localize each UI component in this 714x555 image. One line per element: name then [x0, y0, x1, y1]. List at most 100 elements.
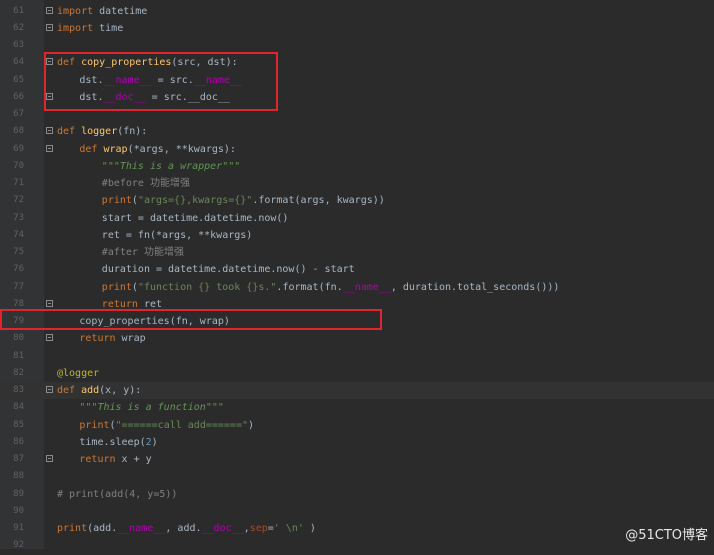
code-token: logger	[81, 126, 118, 138]
code-line[interactable]: 69 def wrap(*args, **kwargs):	[0, 141, 714, 158]
code-line[interactable]: 83 def add(x, y):	[0, 382, 714, 400]
line-number: 90	[13, 505, 24, 516]
line-number: 72	[13, 195, 24, 206]
code-token: print	[57, 523, 88, 534]
code-line[interactable]: 76 duration = datetime.datetime.now() - s…	[0, 261, 714, 278]
code-text: return x + y	[79, 451, 151, 468]
line-number: 75	[13, 247, 24, 257]
line-number: 88	[13, 471, 24, 482]
code-token: (fn):	[117, 126, 148, 138]
code-line[interactable]: 61 import datetime	[0, 3, 714, 20]
code-line[interactable]: 72 print("args={},kwargs={}".format(args,…	[0, 192, 714, 209]
fold-toggle-icon[interactable]	[46, 299, 53, 307]
code-token: ' \n'	[273, 523, 304, 534]
line-number: 80	[13, 333, 24, 344]
code-token: x + y	[115, 454, 152, 465]
code-line[interactable]: 86 time.sleep(2)	[0, 434, 714, 451]
code-line[interactable]: 82 @logger	[0, 365, 714, 382]
code-token: )	[247, 419, 255, 431]
line-number: 76	[13, 264, 24, 275]
code-text: print(add.__name__, add.__doc__,sep=' \n…	[57, 520, 316, 537]
fold-toggle-icon[interactable]	[46, 386, 53, 393]
fold-toggle-icon[interactable]	[46, 334, 53, 342]
code-line[interactable]: 77 print("function {} took {}s.".format(f…	[0, 279, 714, 296]
code-line[interactable]: 68 def logger(fn):	[0, 123, 714, 140]
code-line[interactable]: 70 """This is a wrapper"""	[0, 158, 714, 175]
code-line[interactable]: 88	[0, 468, 714, 485]
line-number: 92	[13, 540, 24, 551]
line-number: 82	[13, 367, 24, 378]
code-line[interactable]: 73 start = datetime.datetime.now()	[0, 210, 714, 227]
fold-toggle-icon[interactable]	[46, 455, 53, 462]
code-token: # print(add(4, y=5))	[57, 488, 178, 500]
line-number: 91	[13, 523, 24, 533]
highlight-copy-properties-call	[0, 309, 382, 330]
code-text: def logger(fn):	[57, 123, 147, 140]
code-text: # print(add(4, y=5))	[57, 486, 177, 503]
code-line[interactable]: 71 #before 功能增强	[0, 175, 714, 192]
code-line[interactable]: 80 return wrap	[0, 330, 714, 347]
fold-toggle-icon[interactable]	[46, 6, 53, 14]
code-line[interactable]: 91 print(add.__name__, add.__doc__,sep=' …	[0, 520, 714, 537]
code-text: def wrap(*args, **kwargs):	[79, 141, 236, 158]
code-text: import time	[57, 20, 123, 37]
fold-toggle-icon[interactable]	[46, 23, 53, 31]
code-line[interactable]: 92	[0, 537, 714, 554]
code-text: @logger	[57, 365, 99, 382]
line-number: 63	[13, 40, 24, 50]
code-token: print	[79, 419, 110, 431]
code-text: ret = fn(*args, **kwargs)	[102, 227, 253, 244]
code-token: print	[101, 281, 132, 293]
code-token: wrap	[103, 143, 128, 155]
code-token: #after 功能增强	[101, 247, 184, 258]
code-token: import	[57, 5, 94, 17]
code-token: ret = fn(*args, **kwargs)	[101, 229, 253, 241]
code-token: def	[79, 143, 104, 155]
code-line[interactable]: 81	[0, 348, 714, 365]
line-number: 85	[13, 419, 24, 430]
line-number: 84	[13, 402, 24, 413]
code-line[interactable]: 90	[0, 503, 714, 520]
line-number: 64	[13, 57, 24, 68]
code-line[interactable]: 84 """This is a function"""	[0, 399, 714, 416]
line-number: 70	[13, 160, 24, 171]
code-line[interactable]: 89 # print(add(4, y=5))	[0, 486, 714, 503]
code-line[interactable]: 62 import time	[0, 20, 714, 37]
code-token: "function {} took {}s."	[137, 281, 277, 293]
code-text: """This is a wrapper"""	[102, 158, 240, 175]
code-token: duration = datetime.datetime.now() - sta…	[101, 264, 355, 276]
code-token: time.sleep(	[79, 436, 146, 448]
code-token: add	[81, 385, 100, 396]
code-token: def	[57, 126, 82, 138]
code-text: return wrap	[79, 330, 145, 347]
code-token: )	[303, 523, 316, 534]
code-token: return	[79, 333, 116, 345]
code-editor[interactable]: 61 import datetime 62 import time 63 64 def co…	[0, 0, 714, 550]
code-token: __name__	[117, 523, 166, 534]
code-token: time	[93, 22, 124, 34]
code-token: return	[79, 454, 116, 465]
line-number: 69	[13, 143, 24, 154]
code-token: )	[151, 436, 158, 448]
line-number: 67	[13, 109, 24, 119]
code-line[interactable]: 85 print("======call add======")	[0, 417, 714, 434]
code-token: @logger	[57, 367, 100, 379]
code-token: .format(fn.	[276, 281, 343, 293]
code-token: (x, y):	[99, 385, 142, 396]
code-token: import	[57, 22, 94, 34]
fold-toggle-icon[interactable]	[46, 144, 53, 152]
code-token: print	[101, 195, 132, 207]
line-number: 73	[13, 212, 24, 223]
code-line[interactable]: 74 ret = fn(*args, **kwargs)	[0, 227, 714, 244]
code-token: "======call add======"	[115, 419, 248, 431]
code-text: import datetime	[57, 3, 147, 20]
code-token: wrap	[115, 333, 146, 345]
code-line[interactable]: 75 #after 功能增强	[0, 244, 714, 261]
fold-toggle-icon[interactable]	[46, 127, 53, 135]
code-token: def	[57, 385, 82, 396]
code-token: """This is a wrapper"""	[101, 160, 241, 172]
line-number: 71	[13, 178, 24, 188]
code-line[interactable]: 87 return x + y	[0, 451, 714, 468]
code-text: def add(x, y):	[57, 382, 141, 399]
code-token: , duration.total_seconds()))	[390, 281, 560, 293]
